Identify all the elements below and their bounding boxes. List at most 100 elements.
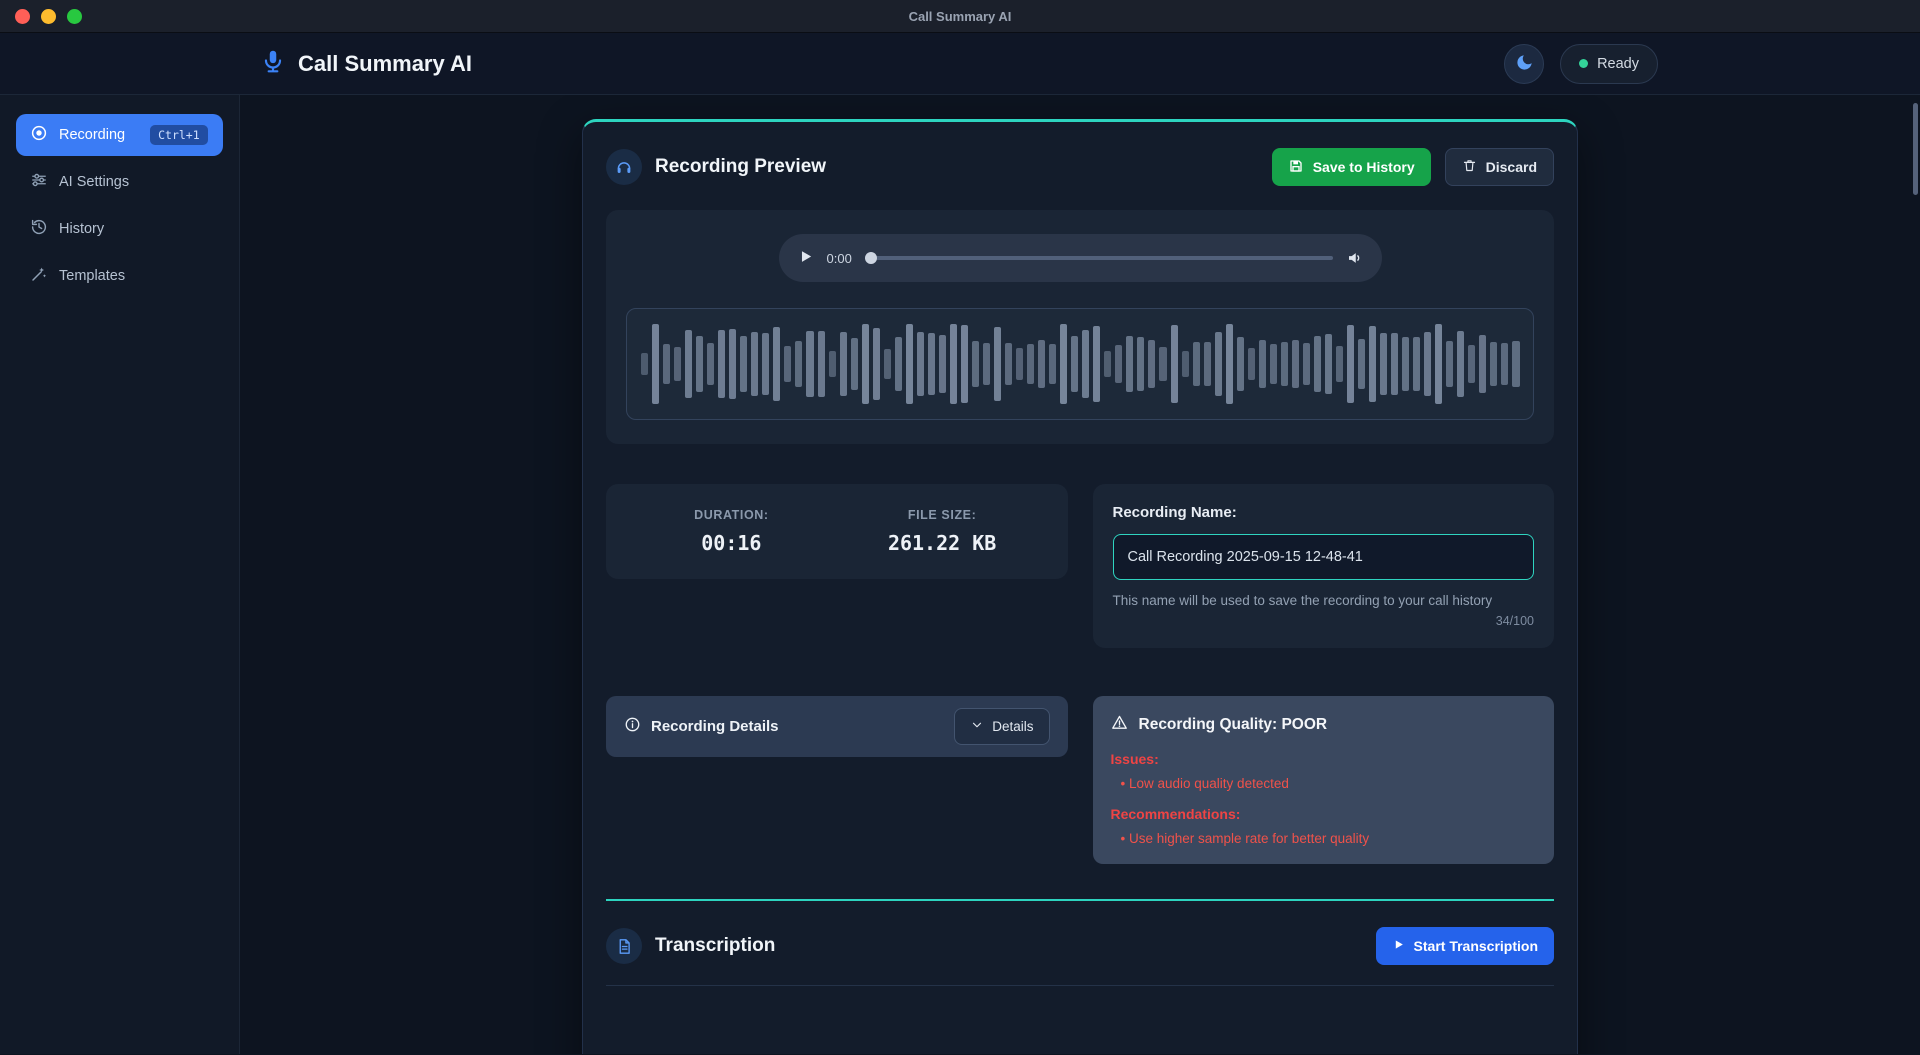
scrollbar-thumb[interactable] bbox=[1913, 103, 1918, 195]
start-transcription-label: Start Transcription bbox=[1413, 938, 1538, 954]
history-icon bbox=[30, 218, 48, 240]
save-to-history-label: Save to History bbox=[1312, 159, 1415, 175]
waveform-bar bbox=[1413, 337, 1421, 391]
waveform-bar bbox=[1479, 334, 1487, 394]
waveform-bar bbox=[1082, 330, 1090, 398]
waveform-bar bbox=[762, 333, 770, 395]
waveform-bar bbox=[971, 341, 979, 387]
audio-seek-thumb[interactable] bbox=[864, 252, 877, 264]
waveform-bar bbox=[960, 324, 968, 404]
moon-icon bbox=[1515, 53, 1534, 75]
sidebar-item-ai-settings[interactable]: AI Settings bbox=[16, 161, 223, 203]
waveform-bar bbox=[839, 331, 847, 397]
waveform-bar bbox=[1380, 333, 1388, 395]
waveform-bar bbox=[1181, 351, 1189, 377]
sidebar-item-recording[interactable]: Recording Ctrl+1 bbox=[16, 114, 223, 156]
document-icon bbox=[606, 928, 642, 964]
close-window-button[interactable] bbox=[15, 8, 30, 24]
waveform-bar bbox=[1071, 335, 1079, 393]
theme-toggle-button[interactable] bbox=[1504, 43, 1545, 84]
trash-icon bbox=[1462, 158, 1477, 176]
waveform-bar bbox=[1016, 348, 1024, 380]
traffic-lights bbox=[15, 8, 82, 24]
audio-play-button[interactable] bbox=[797, 248, 814, 268]
issue-item: Low audio quality detected bbox=[1111, 776, 1537, 791]
shortcut-badge: Ctrl+1 bbox=[150, 125, 208, 145]
recording-details-card: Recording Details Details bbox=[606, 696, 1068, 757]
waveform-bar bbox=[1214, 332, 1222, 396]
sidebar-item-templates[interactable]: Templates bbox=[16, 255, 223, 297]
waveform-bar bbox=[817, 331, 825, 397]
headphones-icon bbox=[606, 149, 642, 185]
waveform-bar bbox=[1280, 341, 1288, 387]
chevron-down-icon bbox=[970, 718, 984, 735]
waveform-bar bbox=[1269, 344, 1277, 384]
recording-details-title: Recording Details bbox=[651, 718, 779, 735]
recommendations-label: Recommendations: bbox=[1110, 806, 1241, 822]
waveform-bar bbox=[850, 338, 858, 390]
waveform-bar bbox=[905, 324, 913, 404]
waveform-bar bbox=[1027, 343, 1035, 385]
waveform-bar bbox=[718, 329, 726, 399]
waveform-bar bbox=[1457, 330, 1465, 398]
waveform-bar bbox=[751, 331, 759, 397]
filesize-label: FILE SIZE: bbox=[907, 508, 977, 522]
waveform-bar bbox=[1358, 338, 1366, 390]
audio-seek-slider[interactable] bbox=[864, 252, 1333, 264]
filesize-value: 261.22 KB bbox=[887, 531, 997, 555]
sidebar-item-label: Templates bbox=[59, 267, 126, 284]
waveform-bar bbox=[773, 327, 781, 401]
waveform-bar bbox=[938, 335, 946, 393]
save-icon bbox=[1288, 158, 1304, 177]
waveform-bar bbox=[1446, 340, 1454, 388]
details-expand-button[interactable]: Details bbox=[954, 708, 1050, 745]
waveform-bar bbox=[1192, 341, 1200, 387]
recording-preview-card: Recording Preview Save to History Discar… bbox=[582, 119, 1578, 1054]
waveform-bar bbox=[1049, 343, 1057, 385]
minimize-window-button[interactable] bbox=[41, 8, 56, 24]
status-dot-icon bbox=[1579, 59, 1589, 68]
preview-title: Recording Preview bbox=[655, 156, 827, 177]
waveform-bar bbox=[685, 330, 693, 398]
discard-button[interactable]: Discard bbox=[1444, 148, 1554, 186]
record-icon bbox=[30, 124, 48, 146]
waveform-bar bbox=[1236, 337, 1244, 391]
waveform-panel bbox=[626, 308, 1534, 420]
waveform-bar bbox=[1402, 336, 1410, 392]
recording-name-card: Recording Name: This name will be used t… bbox=[1092, 484, 1554, 648]
warning-icon bbox=[1111, 714, 1128, 736]
waveform-bar bbox=[1490, 342, 1498, 386]
start-transcription-button[interactable]: Start Transcription bbox=[1375, 927, 1554, 965]
sidebar-item-history[interactable]: History bbox=[16, 208, 223, 250]
waveform-bar bbox=[1391, 333, 1399, 395]
waveform-bar bbox=[1369, 326, 1377, 402]
waveform-bar bbox=[1335, 345, 1343, 383]
player-panel: 0:00 bbox=[606, 210, 1554, 444]
waveform-bar bbox=[883, 349, 891, 379]
info-icon bbox=[624, 716, 641, 737]
wand-icon bbox=[30, 265, 48, 287]
waveform-bar bbox=[872, 327, 880, 401]
waveform-bar bbox=[949, 324, 957, 404]
waveform-bar bbox=[1203, 342, 1211, 386]
play-icon bbox=[797, 248, 814, 268]
waveform-bar bbox=[1225, 324, 1233, 404]
waveform-bar bbox=[1170, 324, 1178, 404]
waveform-bar bbox=[1126, 335, 1134, 393]
audio-current-time: 0:00 bbox=[826, 250, 852, 266]
recording-name-input[interactable] bbox=[1112, 534, 1534, 580]
status-badge: Ready bbox=[1560, 43, 1658, 84]
save-to-history-button[interactable]: Save to History bbox=[1271, 148, 1431, 186]
recording-stats-card: DURATION: 00:16 FILE SIZE: 261.22 KB bbox=[606, 484, 1068, 579]
sidebar-item-label: Recording bbox=[59, 126, 126, 143]
waveform-bar bbox=[828, 351, 836, 377]
waveform-bar bbox=[652, 324, 660, 404]
volume-icon[interactable] bbox=[1346, 249, 1364, 267]
zoom-window-button[interactable] bbox=[67, 8, 82, 24]
waveform-bar bbox=[1137, 337, 1145, 391]
waveform-bar bbox=[806, 330, 814, 398]
transcription-header: Transcription Start Transcription bbox=[606, 901, 1554, 986]
waveform-bar bbox=[795, 341, 803, 387]
waveform-bar bbox=[641, 353, 649, 375]
app-title: Call Summary AI bbox=[298, 50, 473, 76]
